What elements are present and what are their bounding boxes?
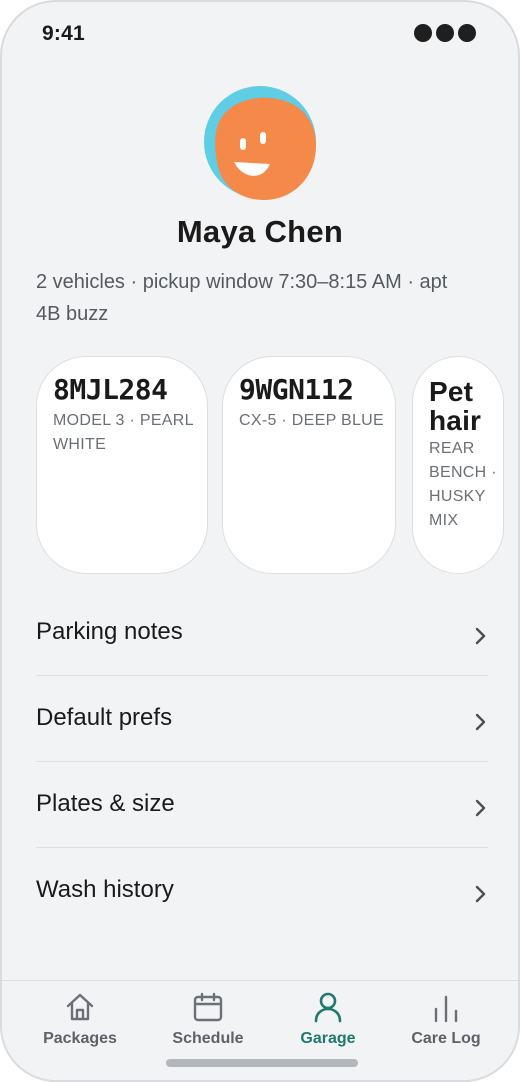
menu-item-label: Default prefs bbox=[36, 704, 173, 731]
profile-name: Maya Chen bbox=[176, 214, 344, 249]
vehicle-card[interactable]: 8MJL284 MODEL 3 · PEARL WHITE bbox=[36, 356, 208, 574]
menu-item-parking-notes[interactable]: Parking notes bbox=[36, 590, 488, 676]
vehicle-plate: 8MJL284 bbox=[53, 373, 168, 406]
tab-packages[interactable]: Packages bbox=[20, 981, 140, 1061]
tab-label: Garage bbox=[300, 1030, 356, 1047]
bar-chart-icon bbox=[434, 995, 458, 1023]
status-indicators-icon bbox=[414, 24, 476, 42]
menu-item-plates-size[interactable]: Plates & size bbox=[36, 762, 488, 848]
vehicle-note-title: Pet hair bbox=[429, 376, 482, 436]
chevron-right-icon bbox=[475, 799, 486, 817]
vehicle-note-details: REAR BENCH · HUSKY MIX bbox=[429, 440, 497, 529]
menu-item-wash-history[interactable]: Wash history bbox=[36, 848, 488, 934]
garage-menu: Parking notes Default prefs Plates & siz… bbox=[36, 590, 488, 934]
tab-label: Packages bbox=[43, 1030, 117, 1047]
vehicle-carousel[interactable]: 8MJL284 MODEL 3 · PEARL WHITE 9WGN112 CX… bbox=[36, 356, 506, 578]
home-indicator[interactable] bbox=[166, 1059, 358, 1067]
vehicle-note-card[interactable]: Pet hair REAR BENCH · HUSKY MIX bbox=[412, 356, 504, 574]
vehicle-details: MODEL 3 · PEARL WHITE bbox=[53, 412, 194, 453]
status-bar: 9:41 bbox=[2, 2, 518, 66]
menu-item-label: Parking notes bbox=[36, 618, 183, 645]
chevron-right-icon bbox=[475, 627, 486, 645]
person-icon bbox=[314, 992, 342, 1023]
menu-item-label: Wash history bbox=[36, 876, 174, 903]
phone-frame: 9:41 Maya Chen 2 vehicles · pickup windo… bbox=[0, 0, 520, 1082]
menu-item-label: Plates & size bbox=[36, 790, 175, 817]
profile-meta: 2 vehicles · pickup window 7:30–8:15 AM … bbox=[36, 271, 448, 325]
home-icon bbox=[66, 993, 94, 1021]
chevron-right-icon bbox=[475, 713, 486, 731]
avatar[interactable] bbox=[204, 86, 320, 202]
tab-care-log[interactable]: Care Log bbox=[386, 981, 506, 1061]
vehicle-details: CX-5 · DEEP BLUE bbox=[239, 412, 384, 429]
avatar-smiley-icon bbox=[204, 86, 316, 200]
tab-garage[interactable]: Garage bbox=[268, 981, 388, 1061]
vehicle-plate: 9WGN112 bbox=[239, 373, 354, 406]
tab-schedule[interactable]: Schedule bbox=[148, 981, 268, 1061]
status-time: 9:41 bbox=[42, 22, 85, 45]
chevron-right-icon bbox=[475, 885, 486, 903]
menu-item-default-prefs[interactable]: Default prefs bbox=[36, 676, 488, 762]
tab-label: Care Log bbox=[411, 1030, 481, 1047]
calendar-icon bbox=[193, 992, 223, 1022]
vehicle-card[interactable]: 9WGN112 CX-5 · DEEP BLUE bbox=[222, 356, 396, 574]
tab-label: Schedule bbox=[172, 1030, 244, 1047]
